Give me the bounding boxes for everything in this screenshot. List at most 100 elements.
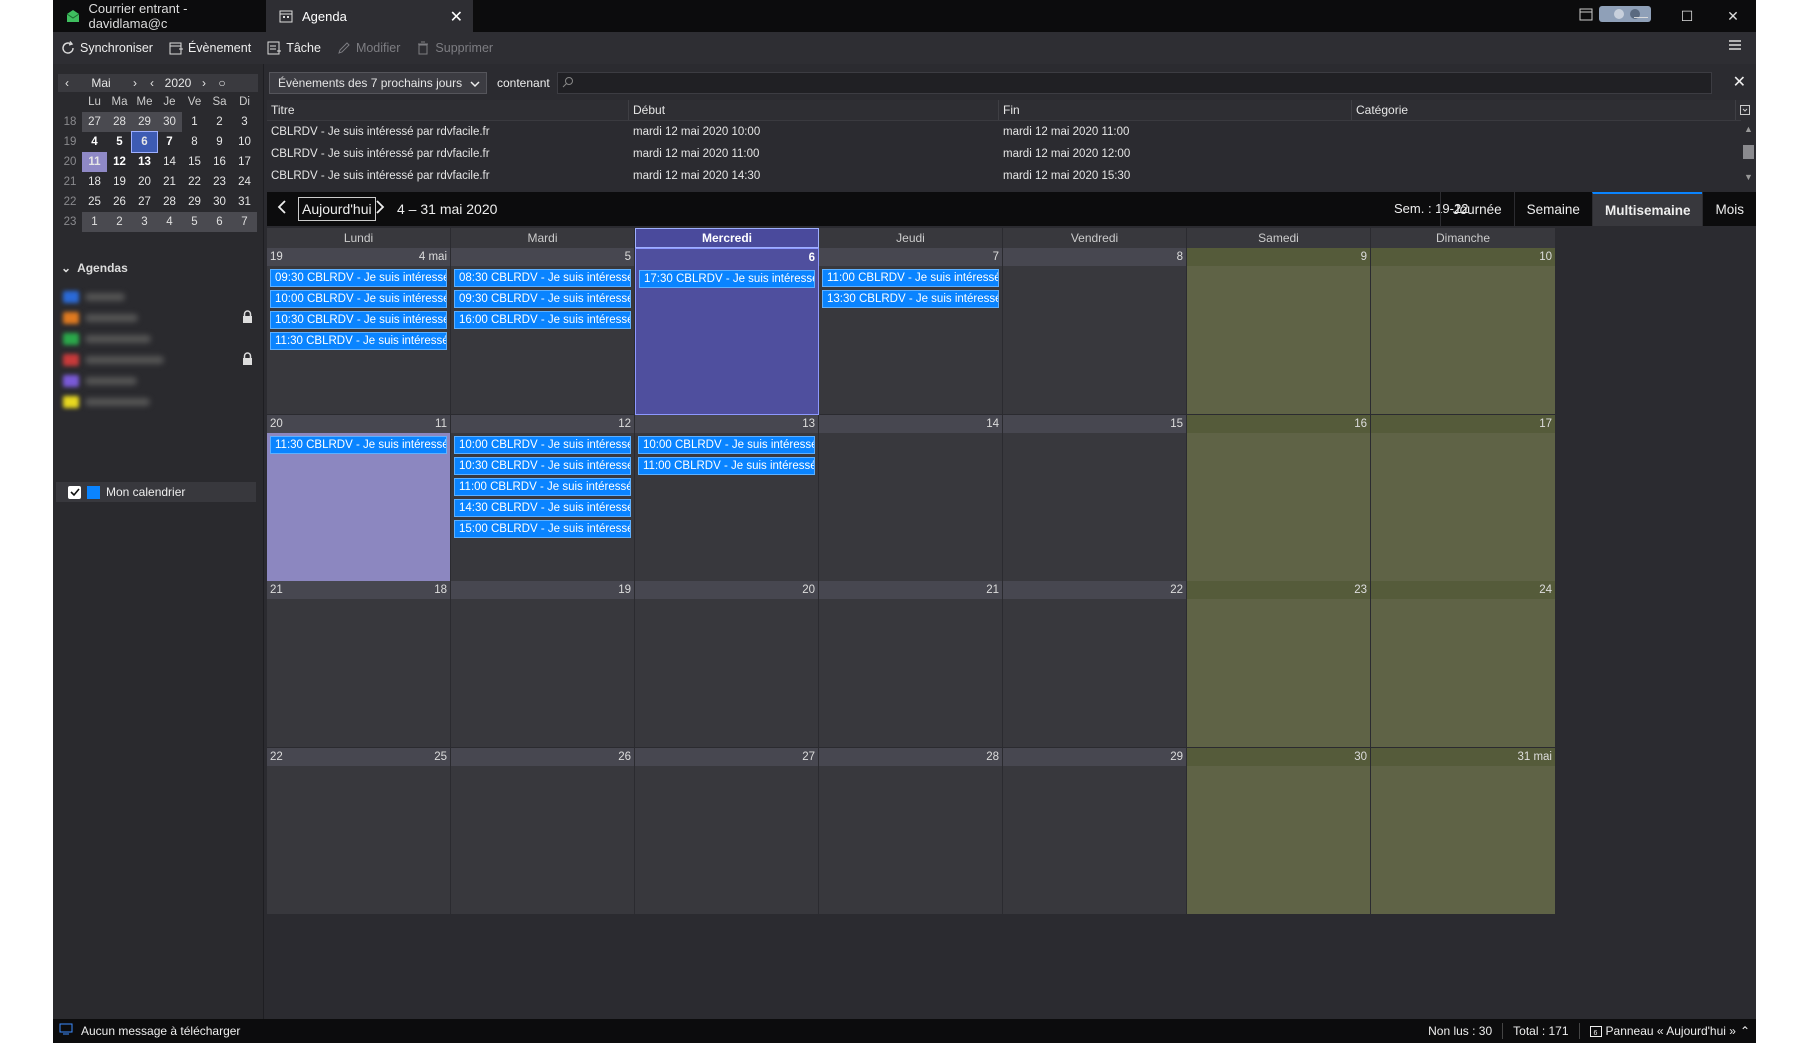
scroll-up-icon[interactable]: ▲: [1744, 124, 1753, 134]
mini-calendar-day[interactable]: 27: [132, 192, 157, 212]
delete-button[interactable]: Supprimer: [408, 32, 501, 64]
mini-calendar-day[interactable]: 30: [207, 192, 232, 212]
previous-icon[interactable]: [277, 200, 287, 217]
day-cell[interactable]: 15: [1003, 415, 1187, 582]
mini-calendar-day[interactable]: 7: [157, 132, 182, 152]
scroll-thumb[interactable]: [1743, 145, 1754, 159]
today-button[interactable]: Aujourd'hui: [298, 197, 376, 221]
column-start[interactable]: Début: [629, 100, 999, 120]
calendar-item-hidden[interactable]: [63, 370, 253, 391]
scroll-down-icon[interactable]: ▼: [1744, 172, 1753, 182]
view-tab[interactable]: Journée: [1439, 192, 1514, 226]
next-year-icon[interactable]: ›: [196, 76, 212, 90]
day-cell[interactable]: 30: [1187, 748, 1371, 915]
minimize-button[interactable]: —: [1618, 0, 1664, 32]
day-cell[interactable]: 14: [819, 415, 1003, 582]
close-tab-icon[interactable]: ✕: [450, 7, 463, 27]
mini-calendar-day[interactable]: 3: [232, 112, 257, 132]
mini-calendar-day[interactable]: 24: [232, 172, 257, 192]
maximize-button[interactable]: ☐: [1664, 0, 1710, 32]
mini-calendar-day[interactable]: 28: [107, 112, 132, 132]
calendar-event[interactable]: 14:30 CBLRDV - Je suis intéressé par ...: [454, 499, 631, 517]
day-cell[interactable]: 22 25: [267, 748, 451, 915]
mini-calendar-day[interactable]: 13: [132, 152, 157, 172]
prev-year-icon[interactable]: ‹: [144, 76, 160, 90]
calendar-tray-icon[interactable]: [1579, 7, 1593, 24]
calendar-event[interactable]: 10:00 CBLRDV - Je suis intéressé par ...: [270, 290, 447, 308]
mini-calendar-day[interactable]: 5: [107, 132, 132, 152]
day-cell[interactable]: 6 17:30 CBLRDV - Je suis intéressé par ..…: [635, 248, 819, 415]
calendar-event[interactable]: 16:00 CBLRDV - Je suis intéressé par ...: [454, 311, 631, 329]
mini-calendar-day[interactable]: 21: [157, 172, 182, 192]
calendar-event[interactable]: 08:30 CBLRDV - Je suis intéressé par ...: [454, 269, 631, 287]
calendar-event[interactable]: 10:00 CBLRDV - Je suis intéressé par ...: [454, 436, 631, 454]
next-icon[interactable]: [375, 200, 385, 217]
calendar-checkbox[interactable]: [68, 485, 81, 499]
mini-calendar-day[interactable]: 15: [182, 152, 207, 172]
calendar-item-hidden[interactable]: [63, 349, 253, 370]
mini-calendar-day[interactable]: 4: [82, 132, 107, 152]
mini-calendar-day[interactable]: 18: [82, 172, 107, 192]
day-cell[interactable]: 31 mai: [1371, 748, 1556, 915]
calendar-item-mon-calendrier[interactable]: Mon calendrier: [56, 482, 256, 502]
day-cell[interactable]: 19 4 mai 09:30 CBLRDV - Je suis intéressé …: [267, 248, 451, 415]
day-cell[interactable]: 19: [451, 581, 635, 748]
mini-calendar-day[interactable]: 7: [232, 212, 257, 232]
calendar-event[interactable]: 11:30 CBLRDV - Je suis intéressé par ...: [270, 332, 447, 350]
day-cell[interactable]: 21: [819, 581, 1003, 748]
mini-calendar-day[interactable]: 20: [132, 172, 157, 192]
event-filter-select[interactable]: Évènements des 7 prochains jours: [269, 72, 487, 94]
mini-calendar-day[interactable]: 30: [157, 112, 182, 132]
calendar-event[interactable]: 13:30 CBLRDV - Je suis intéressé par ...: [822, 290, 999, 308]
mini-calendar-day[interactable]: 25: [82, 192, 107, 212]
event-list-scrollbar[interactable]: ▲ ▼: [1741, 120, 1756, 192]
mini-calendar-day[interactable]: 11: [82, 152, 107, 172]
mini-calendar-day[interactable]: 23: [207, 172, 232, 192]
mini-calendar-day[interactable]: 1: [82, 212, 107, 232]
mini-calendar-day[interactable]: 6: [207, 212, 232, 232]
calendar-event[interactable]: 17:30 CBLRDV - Je suis intéressé par ...: [639, 270, 815, 288]
calendar-event[interactable]: 10:00 CBLRDV - Je suis intéressé par ...: [638, 436, 815, 454]
day-cell[interactable]: 201111:30 CBLRDV - Je suis intéressé par…: [267, 415, 451, 582]
day-cell[interactable]: 8: [1003, 248, 1187, 415]
calendar-event[interactable]: 11:00 CBLRDV - Je suis intéressé par ...: [638, 457, 815, 475]
agendas-header[interactable]: ⌄ Agendas: [61, 261, 128, 275]
mini-calendar-day[interactable]: 10: [232, 132, 257, 152]
mini-calendar-day[interactable]: 29: [182, 192, 207, 212]
tab-agenda[interactable]: Agenda ✕: [266, 0, 473, 32]
mini-calendar-month[interactable]: Mai: [76, 76, 126, 90]
mini-calendar-day[interactable]: 3: [132, 212, 157, 232]
calendar-item-hidden[interactable]: [63, 286, 253, 307]
day-cell[interactable]: 27: [635, 748, 819, 915]
mini-calendar-day[interactable]: 26: [107, 192, 132, 212]
day-cell[interactable]: 7 11:00 CBLRDV - Je suis intéressé par ..…: [819, 248, 1003, 415]
tab-inbox[interactable]: Courrier entrant - davidlama@c: [53, 0, 264, 32]
day-cell[interactable]: 13 10:00 CBLRDV - Je suis intéressé par .…: [635, 415, 819, 582]
calendar-event[interactable]: 09:30 CBLRDV - Je suis intéressé par ...: [454, 290, 631, 308]
day-cell[interactable]: 24: [1371, 581, 1556, 748]
mini-calendar-day[interactable]: 28: [157, 192, 182, 212]
mini-calendar-day[interactable]: 2: [107, 212, 132, 232]
prev-month-icon[interactable]: ‹: [58, 76, 76, 90]
column-end[interactable]: Fin: [999, 100, 1352, 120]
new-task-button[interactable]: Tâche: [259, 32, 329, 64]
mini-calendar-day[interactable]: 5: [182, 212, 207, 232]
sync-button[interactable]: Synchroniser: [53, 32, 161, 64]
calendar-event[interactable]: 11:30 CBLRDV - Je suis intéressé par ...: [270, 436, 447, 454]
mini-calendar-day[interactable]: 12: [107, 152, 132, 172]
day-cell[interactable]: 9: [1187, 248, 1371, 415]
search-input[interactable]: [557, 72, 1712, 94]
day-cell[interactable]: 23: [1187, 581, 1371, 748]
mini-calendar-day[interactable]: 1: [182, 112, 207, 132]
calendar-item-hidden[interactable]: [63, 328, 253, 349]
day-cell[interactable]: 26: [451, 748, 635, 915]
mini-calendar-day[interactable]: 9: [207, 132, 232, 152]
mini-calendar-day[interactable]: 16: [207, 152, 232, 172]
day-cell[interactable]: 20: [635, 581, 819, 748]
view-tab[interactable]: Mois: [1702, 192, 1756, 226]
mini-calendar-day[interactable]: 4: [157, 212, 182, 232]
day-cell[interactable]: 28: [819, 748, 1003, 915]
mini-calendar-day[interactable]: 17: [232, 152, 257, 172]
calendar-event[interactable]: 11:00 CBLRDV - Je suis intéressé par ...: [454, 478, 631, 496]
close-search-icon[interactable]: ✕: [1733, 72, 1746, 92]
